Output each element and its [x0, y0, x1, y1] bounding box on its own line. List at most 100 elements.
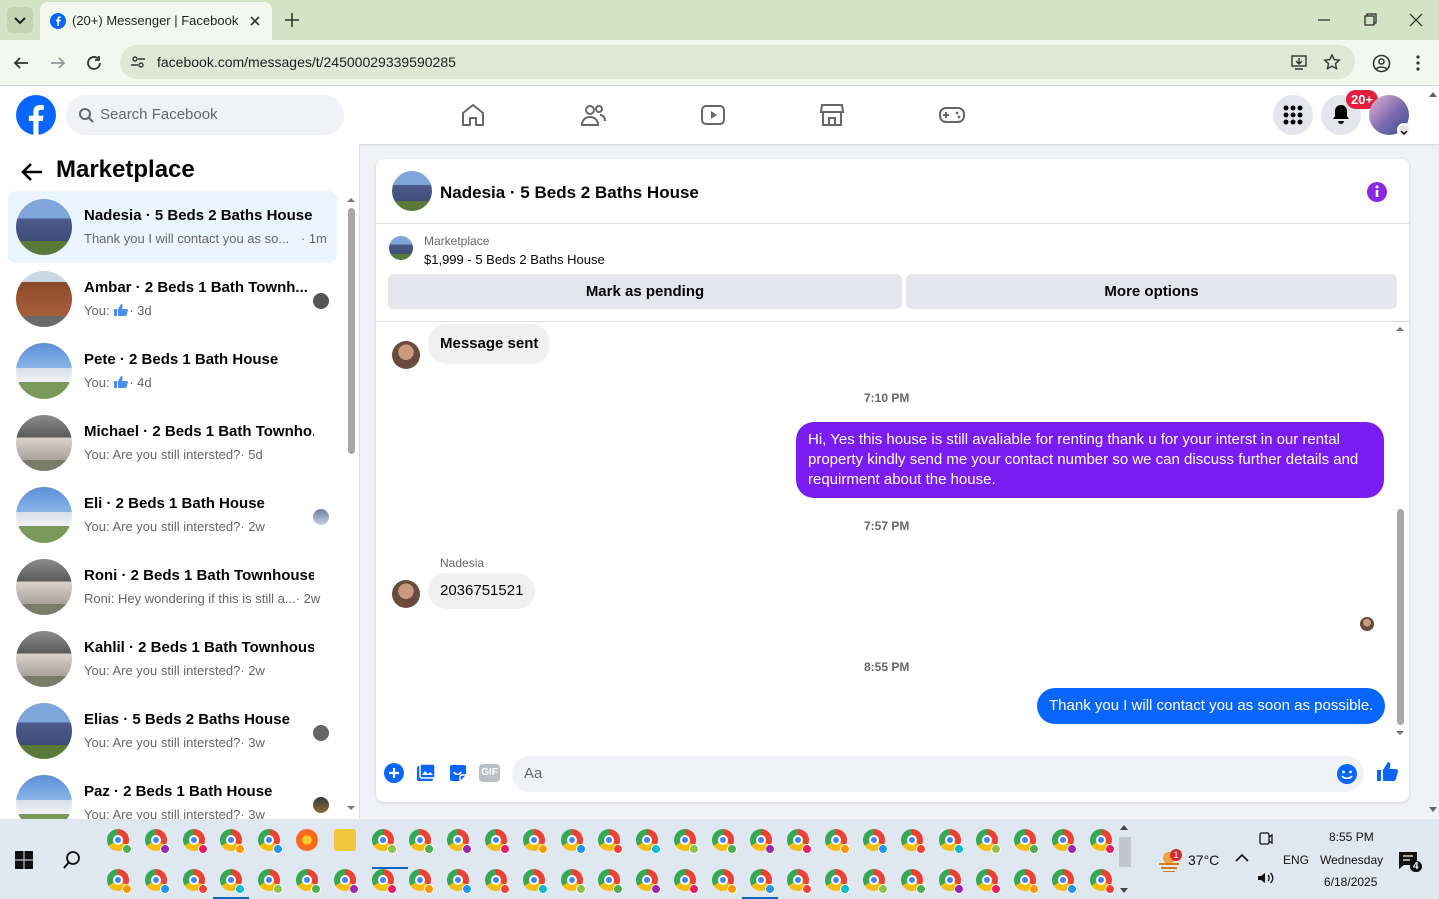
forward-icon[interactable] — [49, 54, 67, 72]
chrome-app-icon[interactable] — [144, 829, 170, 854]
chrome-app-icon[interactable] — [296, 869, 321, 894]
chrome-app-icon[interactable] — [598, 869, 624, 894]
back-icon[interactable] — [12, 54, 30, 72]
add-attachment-icon[interactable] — [384, 763, 404, 783]
sent-message-bubble[interactable]: Thank you I will contact you as soon as … — [1037, 688, 1386, 724]
chrome-app-icon[interactable] — [447, 829, 473, 854]
scroll-up-icon[interactable] — [347, 196, 355, 204]
taskbar-scroll-thumb[interactable] — [1119, 837, 1131, 867]
chrome-app-icon[interactable] — [976, 829, 1002, 854]
video-icon[interactable] — [699, 101, 727, 129]
account-avatar[interactable] — [1369, 95, 1411, 137]
meet-now-icon[interactable] — [1258, 831, 1274, 847]
gif-icon[interactable]: GIF — [479, 764, 500, 782]
back-arrow-icon[interactable] — [20, 161, 44, 183]
chrome-app-icon[interactable] — [1089, 869, 1115, 894]
chrome-app-icon[interactable] — [900, 829, 926, 854]
weather-temperature[interactable]: 37°C — [1188, 852, 1219, 868]
clock-date[interactable]: 6/18/2025 — [1324, 875, 1377, 889]
chrome-app-icon[interactable] — [333, 869, 359, 894]
photo-icon[interactable] — [416, 763, 436, 783]
chrome-app-icon[interactable] — [107, 869, 132, 894]
facebook-logo-icon[interactable] — [16, 95, 56, 135]
sidebar-scrollbar[interactable] — [345, 194, 357, 814]
conversation-item[interactable]: Paz · 2 Beds 1 Bath House You: Are you s… — [8, 767, 337, 819]
send-like-icon[interactable] — [1376, 761, 1398, 783]
chrome-app-icon[interactable] — [1014, 869, 1040, 894]
clock-time[interactable]: 8:55 PM — [1329, 830, 1374, 844]
info-icon[interactable] — [1366, 181, 1388, 203]
window-close-icon[interactable] — [1408, 12, 1424, 28]
chrome-app-icon[interactable] — [674, 869, 699, 894]
friends-icon[interactable] — [579, 101, 607, 129]
chrome-app-icon[interactable] — [863, 869, 888, 894]
taskbar-scroll-up-icon[interactable] — [1119, 823, 1129, 831]
chrome-app-icon[interactable] — [598, 829, 624, 854]
chrome-app-icon[interactable] — [749, 869, 775, 894]
chrome-app-icon[interactable] — [560, 869, 586, 894]
conversation-item[interactable]: Elias · 5 Beds 2 Baths House You: Are yo… — [8, 695, 337, 767]
profile-icon[interactable] — [1372, 54, 1391, 73]
scroll-up-icon[interactable] — [1396, 325, 1404, 333]
message-input[interactable]: Aa — [512, 756, 1364, 792]
listing-mini-thumbnail[interactable] — [389, 236, 413, 260]
chrome-app-icon[interactable] — [1052, 869, 1077, 894]
clock-day[interactable]: Wednesday — [1320, 853, 1383, 867]
chrome-app-icon[interactable] — [560, 829, 586, 854]
chrome-app-icon[interactable] — [825, 869, 851, 894]
conversation-item[interactable]: Ambar · 2 Beds 1 Bath Townh... You: · 3d — [8, 263, 337, 335]
chrome-app-icon[interactable] — [258, 869, 284, 894]
chrome-app-icon[interactable] — [485, 829, 510, 854]
received-message-bubble[interactable]: Message sent — [428, 324, 551, 364]
chrome-app-icon[interactable] — [636, 869, 662, 894]
page-scroll-down-icon[interactable] — [1428, 806, 1438, 814]
new-tab-icon[interactable] — [283, 11, 301, 29]
chrome-app-icon[interactable] — [787, 829, 813, 854]
chrome-app-icon[interactable] — [409, 869, 435, 894]
home-icon[interactable] — [459, 101, 487, 129]
chrome-app-icon[interactable] — [371, 869, 397, 894]
received-message-bubble[interactable]: 2036751521 — [428, 573, 536, 609]
emoji-icon[interactable] — [1336, 763, 1358, 785]
account-menu-chevron[interactable] — [1397, 123, 1411, 137]
gaming-icon[interactable] — [938, 101, 966, 129]
install-app-icon[interactable] — [1290, 53, 1308, 71]
chat-scrollbar[interactable] — [1394, 323, 1406, 739]
chrome-app-icon[interactable] — [863, 829, 888, 854]
browser-tab[interactable]: (20+) Messenger | Facebook — [40, 2, 272, 40]
chat-scroll-thumb[interactable] — [1397, 509, 1404, 725]
bookmark-star-icon[interactable] — [1323, 53, 1341, 71]
conversation-item[interactable]: Michael · 2 Beds 1 Bath Townho... You: A… — [8, 407, 337, 479]
reload-icon[interactable] — [85, 54, 103, 72]
menu-button[interactable] — [1273, 95, 1313, 135]
chrome-app-icon[interactable] — [107, 829, 132, 854]
taskbar-scroll-down-icon[interactable] — [1119, 887, 1129, 895]
chrome-app-icon[interactable] — [447, 869, 473, 894]
firefox-icon[interactable] — [296, 829, 318, 851]
chrome-app-icon[interactable] — [220, 869, 246, 894]
file-explorer-icon[interactable] — [333, 829, 356, 851]
conversation-item[interactable]: Eli · 2 Beds 1 Bath House You: Are you s… — [8, 479, 337, 551]
marketplace-icon[interactable] — [818, 101, 846, 129]
minimize-icon[interactable] — [1316, 12, 1332, 28]
chrome-app-icon[interactable] — [182, 829, 208, 854]
windows-start-icon[interactable] — [15, 851, 33, 869]
sidebar-scroll-thumb[interactable] — [348, 208, 355, 454]
listing-price[interactable]: $1,999 - 5 Beds 2 Baths House — [424, 252, 605, 267]
chrome-app-icon[interactable] — [711, 829, 737, 854]
scroll-down-icon[interactable] — [1396, 729, 1404, 737]
show-hidden-icons-chevron[interactable] — [1234, 852, 1250, 864]
chat-header-thumbnail[interactable] — [392, 171, 432, 211]
chat-title[interactable]: Nadesia · 5 Beds 2 Baths House — [440, 183, 699, 203]
chrome-app-icon[interactable] — [787, 869, 813, 894]
chrome-app-icon[interactable] — [522, 869, 548, 894]
site-settings-icon[interactable] — [130, 54, 146, 70]
tab-search-dropdown[interactable] — [7, 7, 33, 33]
chrome-app-icon[interactable] — [485, 869, 510, 894]
chrome-app-icon[interactable] — [220, 829, 246, 854]
chrome-app-icon[interactable] — [711, 869, 737, 894]
conversation-item[interactable]: Roni · 2 Beds 1 Bath Townhouse Roni: Hey… — [8, 551, 337, 623]
search-input[interactable]: Search Facebook — [66, 95, 344, 135]
chrome-app-icon[interactable] — [182, 869, 208, 894]
chrome-app-icon[interactable] — [900, 869, 926, 894]
